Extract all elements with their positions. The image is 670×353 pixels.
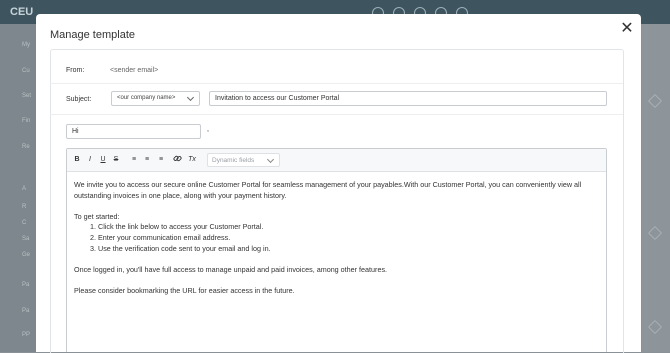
sidebar-label: Re [22, 144, 30, 150]
divider [50, 83, 623, 84]
greeting-input[interactable]: Hi [66, 124, 201, 139]
bullet-list-button[interactable]: ≡ [141, 154, 153, 166]
strikethrough-button[interactable]: S [110, 154, 122, 166]
close-button[interactable]: ✕ [620, 21, 634, 37]
manage-template-dialog: Manage template ✕ From: <sender email> S… [36, 14, 641, 353]
italic-button[interactable]: I [84, 154, 96, 166]
sidebar-label: R [22, 204, 27, 210]
align-button[interactable]: ≡ [155, 154, 167, 166]
ordered-list-button[interactable]: ≡ [128, 154, 140, 166]
sidebar-label: Sa [22, 236, 30, 242]
steps-list: Click the link below to access your Cust… [74, 222, 602, 254]
sidebar-label: C [22, 220, 27, 226]
clear-format-button[interactable]: Tx [186, 154, 198, 166]
sidebar-label: Pa [22, 282, 30, 288]
from-label: From: [66, 67, 85, 74]
divider [50, 114, 623, 115]
subject-label: Subject: [66, 96, 92, 103]
editor-content[interactable]: We invite you to access our secure onlin… [74, 180, 602, 297]
dynamic-fields-select[interactable]: Dynamic fields [207, 153, 280, 167]
bold-button[interactable]: B [71, 154, 83, 166]
bookmark-paragraph: Please consider bookmarking the URL for … [74, 285, 295, 295]
sidebar-label: Ge [22, 252, 31, 258]
sidebar-label: My [22, 42, 30, 48]
editor-toolbar: B I U S ≡ ≡ ≡ Tx Dynamic fields [67, 149, 606, 172]
chevron-down-icon [186, 93, 195, 102]
sidebar-label: Cu [22, 68, 30, 74]
chevron-down-icon [266, 155, 275, 164]
link-button[interactable] [171, 154, 183, 166]
list-item: Use the verification code sent to your e… [98, 244, 602, 255]
dynamic-fields-label: Dynamic fields [212, 157, 255, 164]
steps-heading: To get started: [74, 211, 120, 221]
list-item: Click the link below to access your Cust… [98, 222, 602, 233]
greeting-suffix: , [207, 126, 209, 133]
list-item: Enter your communication email address. [98, 233, 602, 244]
select-value: <our company name> [117, 95, 176, 101]
sidebar-label: Set [22, 93, 32, 99]
sidebar-label: PP [22, 332, 31, 338]
sidebar-label: Fin [22, 118, 31, 124]
after-login-paragraph: Once logged in, you'll have full access … [74, 264, 388, 274]
subject-input[interactable]: Invitation to access our Customer Portal [209, 91, 607, 106]
rich-text-editor[interactable]: B I U S ≡ ≡ ≡ Tx Dynamic fields We invit… [66, 148, 607, 352]
company-name-select[interactable]: <our company name> [111, 91, 200, 106]
underline-button[interactable]: U [97, 154, 109, 166]
dialog-title: Manage template [50, 29, 135, 41]
sidebar-label: A [22, 186, 27, 192]
background-content-edge [642, 24, 670, 352]
background-sidebar: My Cu Set Fin Re A R C Sa Ge Pa Pa PP [0, 24, 36, 352]
intro-paragraph: We invite you to access our secure onlin… [74, 180, 582, 200]
link-icon [172, 155, 182, 162]
sidebar-label: Pa [22, 308, 30, 314]
sender-email-value: <sender email> [110, 67, 159, 74]
app-logo: CEU [10, 6, 34, 18]
